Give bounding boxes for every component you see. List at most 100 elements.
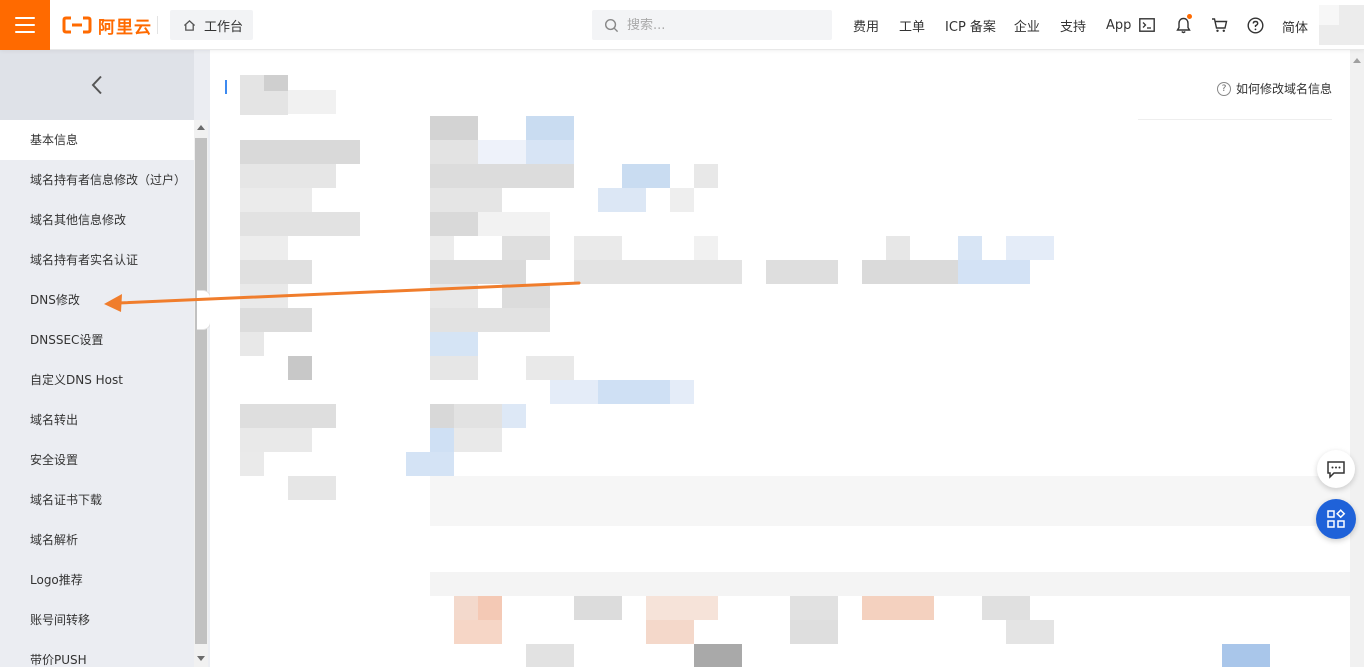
redacted-block	[430, 308, 550, 332]
section-title-bar	[225, 80, 227, 94]
sidebar-item-other-info[interactable]: 域名其他信息修改	[0, 200, 194, 240]
redacted-block	[502, 236, 550, 260]
redacted-block	[766, 260, 838, 284]
sidebar-scroll-thumb[interactable]	[195, 138, 207, 644]
redacted-block	[430, 260, 526, 284]
redacted-block	[574, 596, 622, 620]
bell-icon[interactable]	[1174, 14, 1192, 34]
redacted-block	[430, 236, 454, 260]
search-box[interactable]	[592, 10, 832, 40]
redacted-block	[240, 284, 288, 308]
redacted-block	[526, 116, 574, 140]
help-circle-icon: ?	[1217, 81, 1231, 96]
redacted-block	[694, 644, 742, 667]
cart-icon[interactable]	[1210, 16, 1228, 34]
sidebar-collapse-button[interactable]	[0, 50, 194, 120]
redacted-block	[430, 332, 478, 356]
sidebar-item-push[interactable]: 带价PUSH	[0, 640, 194, 667]
page-scrollbar[interactable]	[1350, 50, 1364, 667]
redacted-block	[430, 356, 478, 380]
chat-button[interactable]	[1317, 450, 1355, 488]
apps-icon	[1327, 509, 1346, 528]
help-link[interactable]: ? 如何修改域名信息	[1217, 80, 1332, 97]
logo-text: 阿里云	[98, 17, 152, 38]
main-content: ? 如何修改域名信息	[210, 50, 1350, 667]
sidebar-item-certificate[interactable]: 域名证书下载	[0, 480, 194, 520]
redacted-block	[430, 428, 454, 452]
redacted-block	[264, 75, 288, 91]
redacted-block	[240, 236, 288, 260]
redacted-block	[526, 140, 574, 164]
search-input[interactable]	[627, 17, 817, 33]
redacted-block	[240, 404, 336, 428]
redacted-block	[478, 212, 550, 236]
redacted-block	[240, 188, 312, 212]
sidebar-item-dnssec[interactable]: DNSSEC设置	[0, 320, 194, 360]
sidebar-item-basic-info[interactable]: 基本信息	[0, 120, 194, 160]
terminal-icon[interactable]	[1138, 16, 1156, 34]
nav-fees[interactable]: 费用	[853, 16, 879, 35]
page-scroll-up-icon[interactable]	[1353, 58, 1361, 63]
scroll-down-icon[interactable]	[197, 656, 205, 661]
apps-button[interactable]	[1316, 499, 1356, 539]
redacted-block	[454, 404, 502, 428]
redacted-block	[430, 116, 478, 140]
redacted-block	[430, 404, 454, 428]
redacted-block	[526, 644, 574, 667]
nav-enterprise[interactable]: 企业	[1014, 16, 1040, 35]
redacted-block	[240, 140, 360, 164]
nav-tickets[interactable]: 工单	[899, 16, 925, 35]
sidebar-item-dns-resolve[interactable]: 域名解析	[0, 520, 194, 560]
sidebar-item-logo[interactable]: Logo推荐	[0, 560, 194, 600]
redacted-block	[288, 356, 312, 380]
redacted-block	[574, 236, 622, 260]
help-icon[interactable]	[1246, 16, 1264, 34]
sidebar-item-transfer-out[interactable]: 域名转出	[0, 400, 194, 440]
panel-fold-tab[interactable]	[197, 290, 211, 330]
redacted-block	[430, 140, 478, 164]
sidebar-item-owner-change[interactable]: 域名持有者信息修改（过户）	[0, 160, 194, 200]
chat-icon	[1327, 460, 1345, 479]
nav-icp[interactable]: ICP 备案	[945, 16, 996, 35]
nav-app[interactable]: App	[1106, 18, 1131, 33]
scroll-up-icon[interactable]	[197, 125, 205, 130]
redacted-block	[430, 476, 1350, 526]
logo-divider	[157, 16, 158, 34]
sidebar-item-security[interactable]: 安全设置	[0, 440, 194, 480]
language-switch[interactable]: 简体	[1282, 17, 1308, 36]
workbench-button[interactable]: 工作台	[170, 10, 253, 40]
menu-icon[interactable]	[0, 0, 50, 50]
top-bar: 阿里云 工作台 费用 工单 ICP 备案 企业 支持 App	[0, 0, 1364, 50]
sidebar-item-real-name[interactable]: 域名持有者实名认证	[0, 240, 194, 280]
redacted-block	[240, 332, 264, 356]
redacted-block	[862, 260, 958, 284]
top-nav: 费用 工单 ICP 备案 企业 支持 App	[853, 0, 1151, 50]
sidebar-item-custom-dns-host[interactable]: 自定义DNS Host	[0, 360, 194, 400]
redacted-block	[240, 428, 312, 452]
redacted-block	[694, 236, 718, 260]
redacted-block	[790, 596, 838, 620]
redacted-block	[790, 620, 838, 644]
redacted-block	[574, 260, 742, 284]
avatar[interactable]	[1319, 5, 1364, 45]
redacted-block	[1006, 236, 1054, 260]
sidebar-scrollbar[interactable]	[194, 120, 208, 667]
redacted-block	[478, 140, 526, 164]
help-link-label: 如何修改域名信息	[1236, 82, 1333, 96]
sidebar-item-account-transfer[interactable]: 账号间转移	[0, 600, 194, 640]
redacted-block	[862, 596, 934, 620]
workbench-label: 工作台	[204, 19, 244, 35]
redacted-block	[1222, 644, 1270, 667]
sidebar-item-dns-modify[interactable]: DNS修改	[0, 280, 194, 320]
redacted-block	[622, 164, 670, 188]
redacted-block	[430, 212, 478, 236]
redacted-block	[430, 284, 478, 308]
redacted-block	[240, 308, 312, 332]
redacted-block	[288, 90, 336, 114]
logo[interactable]: 阿里云	[62, 13, 152, 38]
redacted-block	[1006, 620, 1054, 644]
redacted-block	[288, 476, 336, 500]
redacted-block	[454, 620, 502, 644]
search-icon	[604, 18, 619, 32]
nav-support[interactable]: 支持	[1060, 16, 1086, 35]
